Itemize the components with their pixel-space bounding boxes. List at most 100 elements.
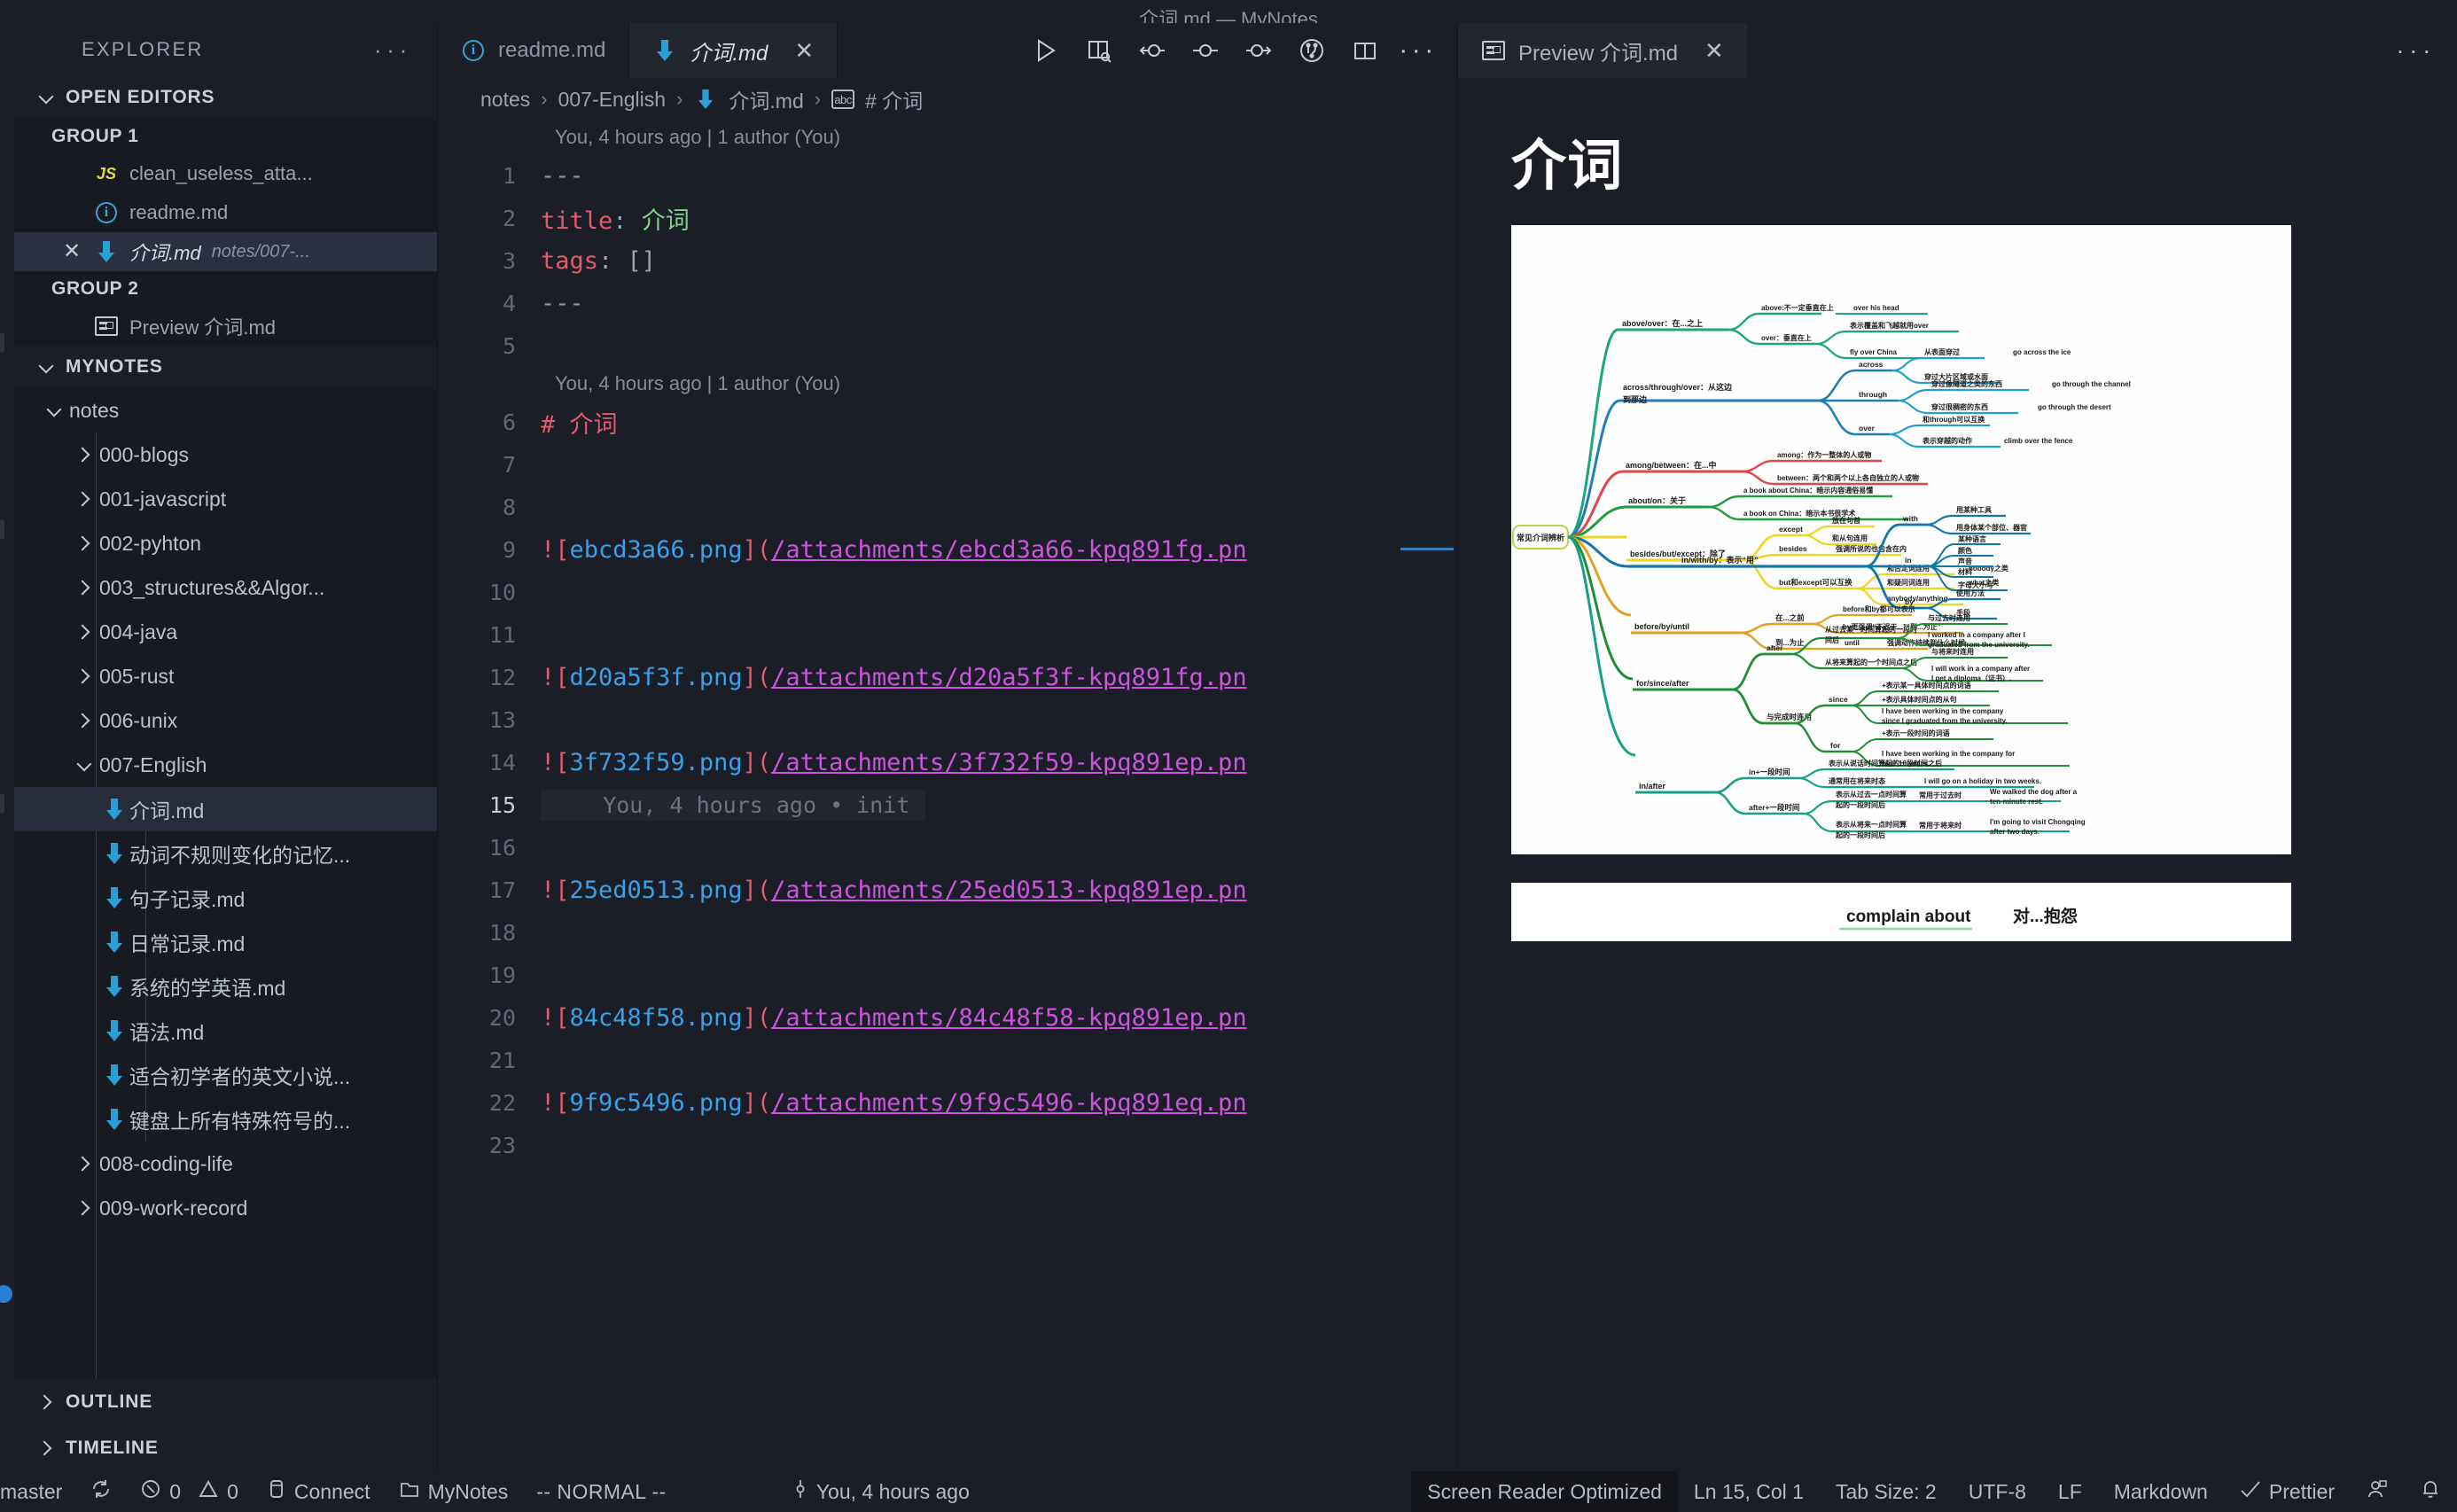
close-icon[interactable]: ✕	[1704, 37, 1724, 65]
preview-more-icon[interactable]: ···	[2396, 23, 2457, 78]
tree-item-folder[interactable]: 002-pyhton	[14, 521, 437, 565]
close-icon[interactable]: ✕	[60, 241, 83, 262]
breadcrumb-item-symbol[interactable]: # 介词	[865, 84, 923, 114]
code-line[interactable]: 1 ---	[438, 154, 1457, 197]
tree-item-folder[interactable]: 003_structures&&Algor...	[14, 565, 437, 610]
code-line[interactable]: 18	[438, 911, 1457, 954]
code-line[interactable]: 19	[438, 954, 1457, 996]
status-tab-size[interactable]: Tab Size: 2	[1820, 1471, 1953, 1512]
activity-bar-badge[interactable]	[0, 1285, 12, 1303]
tree-item-file[interactable]: 键盘上所有特殊符号的...	[14, 1097, 437, 1142]
codelens[interactable]: You, 4 hours ago | 1 author (You)	[438, 121, 1457, 154]
status-vim-mode[interactable]: -- NORMAL --	[522, 1471, 681, 1512]
status-branch[interactable]: master	[0, 1471, 76, 1512]
more-actions-icon[interactable]: ···	[1395, 27, 1441, 74]
tree-item-folder[interactable]: 005-rust	[14, 654, 437, 698]
tab-preview-jieci[interactable]: Preview 介词.md ✕	[1458, 23, 1747, 78]
open-preview-to-side-icon[interactable]	[1076, 27, 1122, 74]
tree-item-file[interactable]: 语法.md	[14, 1009, 437, 1053]
code-line[interactable]: 3 tags: []	[438, 239, 1457, 282]
chevron-right-icon[interactable]	[69, 1201, 99, 1215]
code-line[interactable]: 7	[438, 443, 1457, 486]
code-line[interactable]: 14 ![3f732f59.png](/attachments/3f732f59-…	[438, 741, 1457, 783]
code-line[interactable]: 4 ---	[438, 282, 1457, 324]
status-notifications[interactable]	[2404, 1471, 2457, 1512]
code-line[interactable]: 15 You, 4 hours ago • init	[438, 783, 1457, 826]
go-to-previous-change-icon[interactable]	[1129, 27, 1175, 74]
code-line[interactable]: 11	[438, 613, 1457, 656]
chevron-down-icon[interactable]	[69, 758, 99, 772]
code-line[interactable]: 23	[438, 1124, 1457, 1166]
breadcrumb-item-007-english[interactable]: 007-English	[558, 88, 666, 112]
breadcrumb-item-file[interactable]: 介词.md	[729, 84, 803, 114]
codelens[interactable]: You, 4 hours ago | 1 author (You)	[438, 367, 1457, 401]
open-editor-item-preview[interactable]: Preview 介词.md	[14, 307, 437, 346]
code-line[interactable]: 21	[438, 1039, 1457, 1081]
open-editor-item-clean-useless[interactable]: JS clean_useless_atta...	[14, 154, 437, 193]
code-line[interactable]: 17 ![25ed0513.png](/attachments/25ed0513-…	[438, 869, 1457, 911]
tree-item-folder[interactable]: 006-unix	[14, 698, 437, 743]
chevron-right-icon[interactable]	[69, 448, 99, 462]
tree-item-file[interactable]: 适合初学者的英文小说...	[14, 1053, 437, 1097]
status-workspace[interactable]: MyNotes	[385, 1471, 523, 1512]
chevron-right-icon[interactable]	[69, 713, 99, 728]
status-screen-reader[interactable]: Screen Reader Optimized	[1411, 1471, 1678, 1512]
status-eol[interactable]: LF	[2042, 1471, 2098, 1512]
tab-readme[interactable]: i readme.md	[438, 23, 630, 78]
split-editor-icon[interactable]	[1342, 27, 1388, 74]
status-accounts[interactable]	[2351, 1471, 2404, 1512]
chevron-right-icon[interactable]	[69, 1157, 99, 1171]
chevron-right-icon[interactable]	[69, 581, 99, 595]
tree-item-file[interactable]: 系统的学英语.md	[14, 964, 437, 1009]
status-encoding[interactable]: UTF-8	[1953, 1471, 2042, 1512]
tree-item-folder[interactable]: 007-English	[14, 743, 437, 787]
code-line[interactable]: 9 ![ebcd3a66.png](/attachments/ebcd3a66-k…	[438, 528, 1457, 571]
source-control-icon[interactable]	[1289, 27, 1335, 74]
status-sync[interactable]	[76, 1471, 126, 1512]
tree-item-folder[interactable]: 001-javascript	[14, 477, 437, 521]
markdown-preview-content[interactable]: 介词 常见介词辨析 above/over：在...之上 above:不一定垂直在…	[1458, 78, 2457, 1471]
code-line[interactable]: 16	[438, 826, 1457, 869]
explorer-more-icon[interactable]: ···	[374, 36, 412, 64]
tree-item-folder[interactable]: 009-work-record	[14, 1186, 437, 1230]
chevron-right-icon[interactable]	[69, 669, 99, 683]
code-line[interactable]: 12 ![d20a5f3f.png](/attachments/d20a5f3f-…	[438, 656, 1457, 698]
tree-item-file[interactable]: 介词.md	[14, 787, 437, 831]
run-icon[interactable]	[1023, 27, 1069, 74]
tree-item-folder[interactable]: 000-blogs	[14, 433, 437, 477]
chevron-right-icon[interactable]	[69, 625, 99, 639]
breadcrumb-item-notes[interactable]: notes	[480, 88, 530, 112]
tree-item-folder[interactable]: 004-java	[14, 610, 437, 654]
current-change-icon[interactable]	[1182, 27, 1228, 74]
code-line[interactable]: 2 title: 介词	[438, 197, 1457, 239]
code-line[interactable]: 5	[438, 324, 1457, 367]
section-workspace[interactable]: MYNOTES	[14, 346, 437, 388]
code-line[interactable]: 20 ![84c48f58.png](/attachments/84c48f58-…	[438, 996, 1457, 1039]
status-prettier[interactable]: Prettier	[2224, 1471, 2351, 1512]
tree-item-file[interactable]: 句子记录.md	[14, 876, 437, 920]
chevron-right-icon[interactable]	[69, 492, 99, 506]
code-line[interactable]: 22 ![9f9c5496.png](/attachments/9f9c5496-…	[438, 1081, 1457, 1124]
code-line[interactable]: 13	[438, 698, 1457, 741]
chevron-down-icon[interactable]	[39, 403, 69, 417]
section-outline[interactable]: OUTLINE	[14, 1379, 437, 1425]
open-editor-item-readme[interactable]: i readme.md	[14, 193, 437, 232]
close-icon[interactable]: ✕	[794, 37, 814, 65]
go-to-next-change-icon[interactable]	[1236, 27, 1282, 74]
code-editor[interactable]: You, 4 hours ago | 1 author (You) 1 --- 2 ti…	[438, 121, 1457, 1471]
chevron-right-icon[interactable]	[69, 536, 99, 550]
code-line[interactable]: 8	[438, 486, 1457, 528]
tree-item-folder[interactable]: notes	[14, 388, 437, 433]
status-language-mode[interactable]: Markdown	[2098, 1471, 2224, 1512]
status-cursor-position[interactable]: Ln 15, Col 1	[1678, 1471, 1820, 1512]
code-line[interactable]: 6 # 介词	[438, 401, 1457, 443]
status-connect[interactable]: Connect	[253, 1471, 385, 1512]
status-git-blame[interactable]: You, 4 hours ago	[778, 1471, 984, 1512]
tab-jieci[interactable]: 介词.md ✕	[629, 23, 838, 78]
tree-item-file[interactable]: 动词不规则变化的记忆...	[14, 831, 437, 876]
tree-item-folder[interactable]: 008-coding-life	[14, 1142, 437, 1186]
open-editor-item-jieci[interactable]: ✕ 介词.md notes/007-...	[14, 232, 437, 271]
tree-item-file[interactable]: 日常记录.md	[14, 920, 437, 964]
section-open-editors[interactable]: OPEN EDITORS	[14, 76, 437, 119]
code-line[interactable]: 10	[438, 571, 1457, 613]
